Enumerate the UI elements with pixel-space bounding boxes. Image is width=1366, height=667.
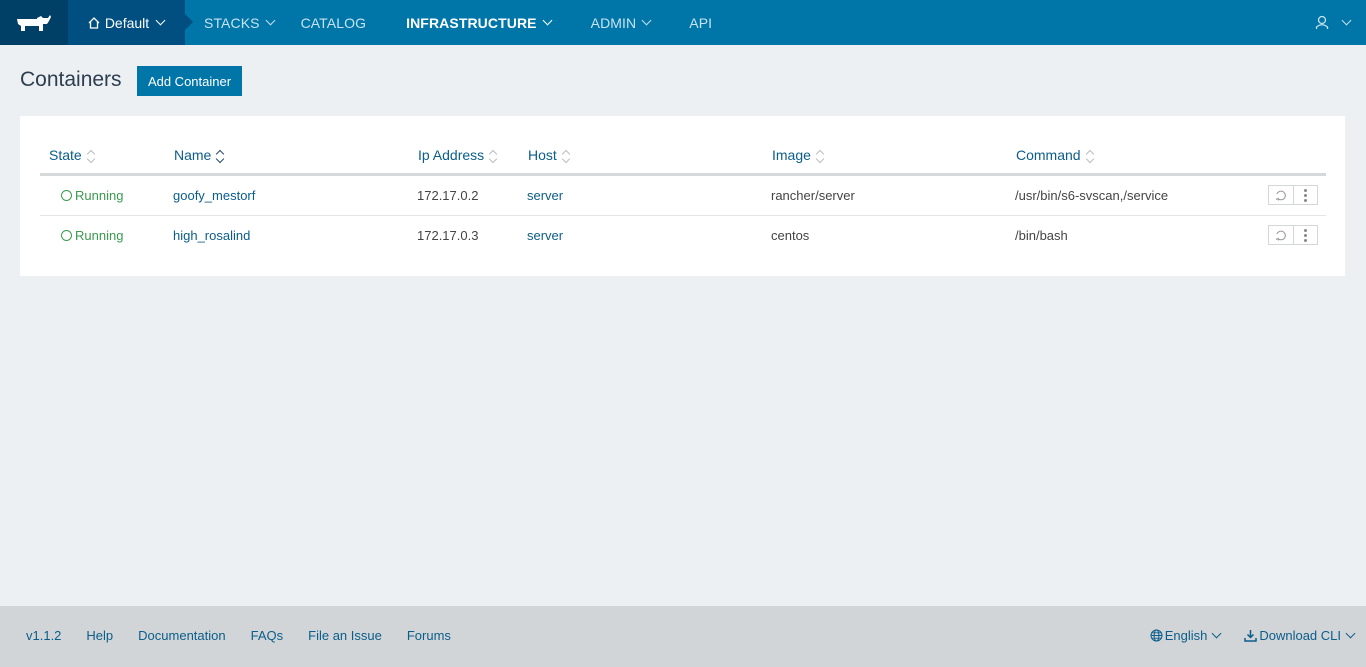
- state-badge: Running: [61, 228, 123, 243]
- state-badge: Running: [61, 188, 123, 203]
- nav-admin-label: ADMIN: [590, 14, 637, 31]
- host-link[interactable]: server: [527, 228, 563, 243]
- nav-api-label: API: [689, 14, 713, 31]
- chevron-down-icon: [1211, 628, 1222, 639]
- sort-icon: [216, 149, 225, 163]
- nav-catalog[interactable]: CATALOG: [301, 0, 367, 45]
- nav-api[interactable]: API: [689, 0, 712, 45]
- chevron-down-icon: [155, 15, 166, 26]
- ip-address: 172.17.0.3: [417, 228, 479, 243]
- column-label: State: [49, 147, 82, 163]
- download-icon: [1244, 630, 1258, 642]
- column-header-ip-address[interactable]: Ip Address: [418, 147, 498, 163]
- command: /usr/bin/s6-svscan,/service: [1015, 188, 1169, 203]
- running-circle-icon: [61, 190, 72, 201]
- container-name-link[interactable]: high_rosalind: [173, 228, 250, 243]
- language-selector[interactable]: English: [1150, 628, 1223, 643]
- column-header-name[interactable]: Name: [174, 147, 225, 163]
- image-name: rancher/server: [771, 188, 855, 203]
- column-label: Image: [772, 147, 811, 163]
- chevron-down-icon: [1341, 15, 1352, 26]
- column-header-command[interactable]: Command: [1016, 147, 1094, 163]
- more-actions-button[interactable]: [1293, 186, 1317, 204]
- footer-link-forums[interactable]: Forums: [407, 628, 451, 643]
- add-container-button[interactable]: Add Container: [137, 66, 242, 96]
- nav-infrastructure[interactable]: INFRASTRUCTURE: [406, 0, 553, 45]
- column-label: Ip Address: [418, 147, 485, 163]
- nav-stacks[interactable]: STACKS: [204, 0, 276, 45]
- environment-label: Default: [104, 14, 150, 31]
- state-label: Running: [75, 188, 124, 203]
- footer-link-file-issue[interactable]: File an Issue: [308, 628, 382, 643]
- host-link[interactable]: server: [527, 188, 563, 203]
- table-row: Running high_rosalind 172.17.0.3 server …: [40, 216, 1326, 256]
- rancher-logo-icon: [17, 14, 51, 31]
- image-name: centos: [771, 228, 810, 243]
- sort-icon: [86, 149, 95, 163]
- more-vertical-icon: [1304, 188, 1307, 202]
- sort-icon: [815, 149, 825, 163]
- column-header-image[interactable]: Image: [772, 147, 825, 163]
- nav-catalog-label: CATALOG: [300, 14, 367, 31]
- user-menu[interactable]: [1315, 0, 1352, 45]
- restart-icon: [1275, 190, 1286, 201]
- restart-button[interactable]: [1269, 186, 1293, 204]
- state-label: Running: [75, 228, 124, 243]
- chevron-down-icon: [1345, 628, 1356, 639]
- rancher-logo[interactable]: [0, 0, 68, 45]
- footer-link-faqs[interactable]: FAQs: [251, 628, 284, 643]
- sort-icon: [488, 149, 498, 163]
- user-icon: [1315, 15, 1329, 29]
- column-label: Command: [1016, 147, 1081, 163]
- version-link[interactable]: v1.1.2: [26, 628, 61, 643]
- more-vertical-icon: [1304, 228, 1307, 242]
- sort-icon: [1085, 149, 1094, 163]
- download-cli-label: Download CLI: [1259, 628, 1341, 643]
- nav-infrastructure-label: INFRASTRUCTURE: [406, 14, 537, 31]
- container-name-link[interactable]: goofy_mestorf: [173, 188, 255, 203]
- chevron-down-icon: [542, 15, 553, 26]
- containers-table: State Name Ip Address Host Image Command…: [20, 116, 1345, 276]
- more-actions-button[interactable]: [1293, 226, 1317, 244]
- restart-button[interactable]: [1269, 226, 1293, 244]
- nav-stacks-label: STACKS: [204, 14, 260, 31]
- column-label: Host: [528, 147, 557, 163]
- sort-icon: [561, 149, 571, 163]
- column-header-state[interactable]: State: [49, 147, 95, 163]
- ip-address: 172.17.0.2: [417, 188, 479, 203]
- table-row: Running goofy_mestorf 172.17.0.2 server …: [40, 176, 1326, 216]
- page-title: Containers: [20, 68, 122, 91]
- language-label: English: [1164, 628, 1208, 643]
- row-actions: [1268, 225, 1318, 245]
- footer: v1.1.2 Help Documentation FAQs File an I…: [0, 606, 1366, 667]
- environment-switcher[interactable]: Default: [68, 0, 193, 45]
- top-nav: Default STACKS CATALOG INFRASTRUCTURE AD…: [0, 0, 1366, 45]
- download-cli-button[interactable]: Download CLI: [1244, 628, 1356, 643]
- row-actions: [1268, 185, 1318, 205]
- globe-icon: [1150, 629, 1163, 642]
- nav-admin[interactable]: ADMIN: [591, 0, 653, 45]
- footer-link-help[interactable]: Help: [86, 628, 113, 643]
- column-label: Name: [174, 147, 212, 163]
- restart-icon: [1275, 230, 1286, 241]
- chevron-down-icon: [641, 15, 652, 26]
- column-header-host[interactable]: Host: [528, 147, 571, 163]
- chevron-down-icon: [265, 15, 276, 26]
- running-circle-icon: [61, 230, 72, 241]
- table-header: State Name Ip Address Host Image Command: [40, 143, 1326, 176]
- command: /bin/bash: [1015, 228, 1068, 243]
- home-icon: [88, 16, 100, 29]
- footer-link-documentation[interactable]: Documentation: [138, 628, 225, 643]
